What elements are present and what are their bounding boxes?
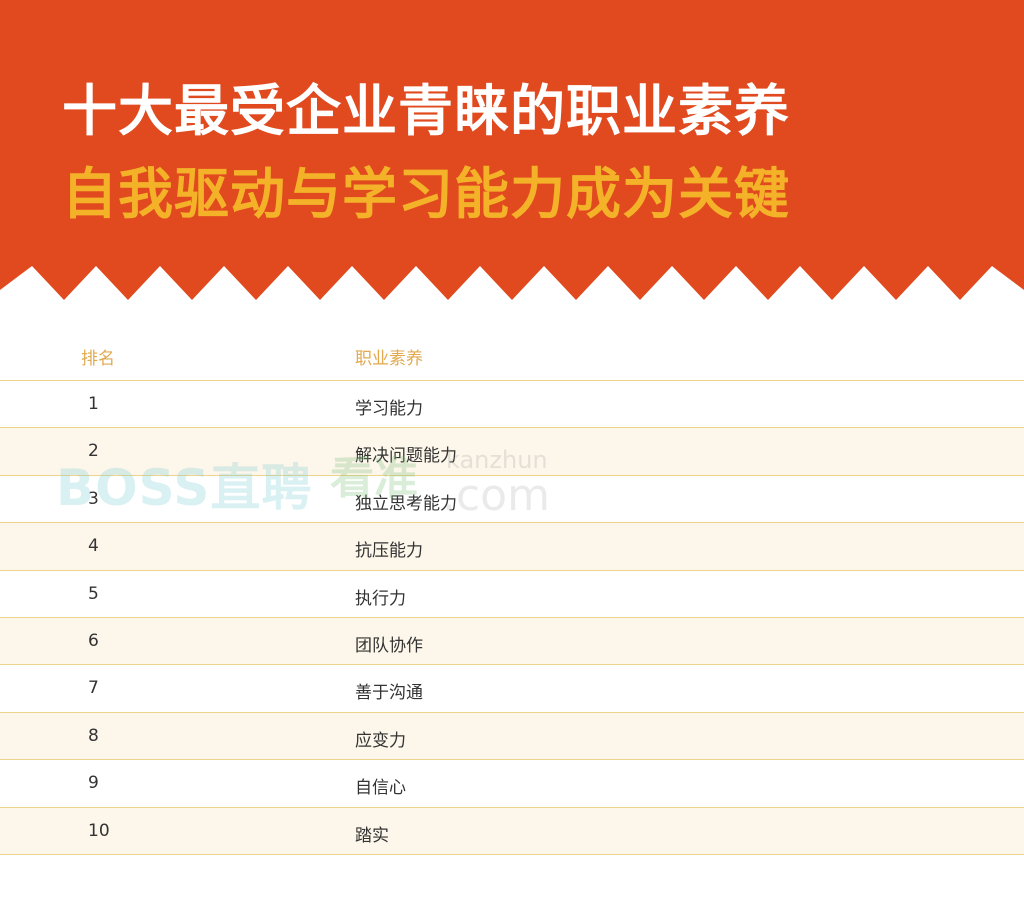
trait-cell: 踏实 — [355, 825, 389, 846]
table-row: 4 抗压能力 — [0, 523, 1024, 571]
column-header-trait: 职业素养 — [355, 349, 423, 369]
table-row: 6 团队协作 — [0, 617, 1024, 666]
rank-cell: 6 — [88, 630, 99, 651]
trait-cell: 善于沟通 — [355, 683, 423, 704]
column-header-rank: 排名 — [81, 349, 115, 369]
rank-cell: 8 — [88, 725, 99, 746]
table-row: 10 踏实 — [0, 807, 1024, 855]
rank-cell: 3 — [88, 488, 99, 509]
table-row: 8 应变力 — [0, 712, 1024, 761]
rank-cell: 5 — [88, 583, 99, 604]
trait-cell: 应变力 — [355, 730, 406, 751]
headline-subtitle: 自我驱动与学习能力成为关键 — [62, 162, 791, 226]
trait-cell: 独立思考能力 — [355, 493, 457, 514]
header-banner: 十大最受企业青睐的职业素养 自我驱动与学习能力成为关键 — [0, 0, 1024, 310]
rank-cell: 7 — [88, 678, 99, 699]
rank-cell: 4 — [88, 536, 99, 557]
table-row: 2 解决问题能力 — [0, 428, 1024, 476]
rank-cell: 1 — [88, 394, 99, 414]
rank-cell: 2 — [88, 441, 99, 462]
rank-cell: 9 — [88, 773, 99, 794]
infographic-page: 十大最受企业青睐的职业素养 自我驱动与学习能力成为关键 排名 职业素养 1 学习… — [0, 0, 1024, 906]
headline-title: 十大最受企业青睐的职业素养 — [62, 79, 791, 143]
table-header: 排名 职业素养 — [0, 334, 1024, 381]
table-row: 1 学习能力 — [0, 381, 1024, 429]
rank-cell: 10 — [88, 820, 110, 841]
trait-cell: 自信心 — [355, 778, 406, 799]
trait-cell: 抗压能力 — [355, 541, 423, 562]
table-row: 7 善于沟通 — [0, 665, 1024, 713]
table-row: 9 自信心 — [0, 760, 1024, 808]
trait-cell: 解决问题能力 — [355, 446, 457, 467]
zigzag-banner-shape — [0, 0, 1024, 300]
table-row: 5 执行力 — [0, 571, 1024, 618]
trait-cell: 执行力 — [355, 588, 406, 609]
trait-cell: 学习能力 — [355, 399, 423, 419]
table-row: 3 独立思考能力 — [0, 476, 1024, 524]
trait-cell: 团队协作 — [355, 635, 423, 656]
ranking-table: 排名 职业素养 1 学习能力 2 解决问题能力 3 独立思考能力 4 抗压能力 … — [0, 334, 1024, 855]
